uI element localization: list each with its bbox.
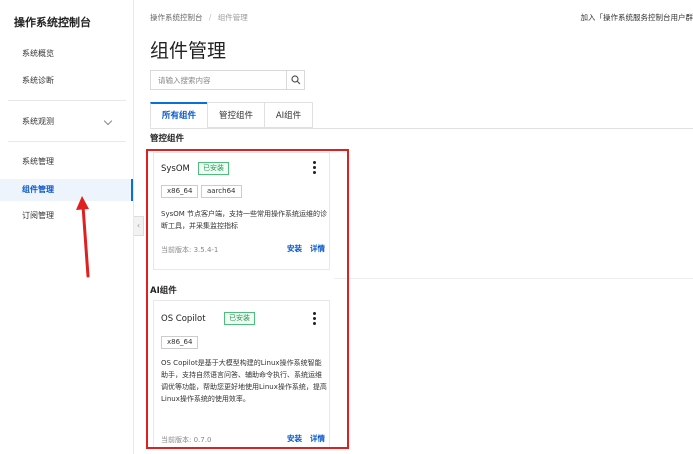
breadcrumb-separator: / [208,13,212,22]
tabs-divider [150,128,693,129]
breadcrumb: 操作系统控制台 / 组件管理 [150,12,248,23]
sidebar-item-diagnosis[interactable]: 系统诊断 [0,70,133,92]
chevron-down-icon [103,116,113,126]
section-title-managed: 管控组件 [150,134,185,144]
chevron-left-icon: ‹ [136,221,141,230]
annotation-arrow [76,196,90,278]
sidebar-divider [8,141,126,142]
search-icon [291,75,301,85]
sidebar-item-subscription[interactable]: 订阅管理 [0,205,133,227]
sidebar-item-label: 系统诊断 [22,76,54,85]
sidebar-item-label: 系统概览 [22,49,54,58]
join-user-group-link[interactable]: 加入「操作系统服务控制台用户群 [581,12,693,23]
breadcrumb-root[interactable]: 操作系统控制台 [150,13,203,22]
tab-managed-components[interactable]: 管控组件 [207,102,265,128]
sidebar-item-label: 组件管理 [22,185,54,194]
search-box [150,70,305,90]
sidebar-title: 操作系统控制台 [14,16,91,29]
sidebar-item-label: 系统观测 [22,117,54,126]
sidebar-collapse-handle[interactable]: ‹ [134,216,144,236]
search-button[interactable] [286,71,304,89]
console-page: 操作系统控制台 系统概览 系统诊断 系统观测 系统管理 组件管理 订阅管理 ‹ [0,0,693,454]
sidebar-divider [8,100,126,101]
annotation-highlight-box [146,149,349,449]
tab-ai-components[interactable]: AI组件 [264,102,313,128]
sidebar-item-label: 订阅管理 [22,211,54,220]
section-divider [334,278,693,279]
sidebar-item-label: 系统管理 [22,157,54,166]
sidebar-item-overview[interactable]: 系统概览 [0,43,133,65]
main-content: 操作系统控制台 / 组件管理 加入「操作系统服务控制台用户群 组件管理 所有组件… [144,0,693,454]
sidebar-item-system-management[interactable]: 系统管理 [0,151,133,173]
sidebar: 操作系统控制台 系统概览 系统诊断 系统观测 系统管理 组件管理 订阅管理 [0,0,134,454]
sidebar-item-component-management[interactable]: 组件管理 [0,179,133,201]
search-input[interactable] [151,71,287,89]
page-title: 组件管理 [150,40,227,62]
tab-all-components[interactable]: 所有组件 [150,102,208,128]
sidebar-item-observation[interactable]: 系统观测 [0,111,133,133]
breadcrumb-current: 组件管理 [217,13,248,22]
